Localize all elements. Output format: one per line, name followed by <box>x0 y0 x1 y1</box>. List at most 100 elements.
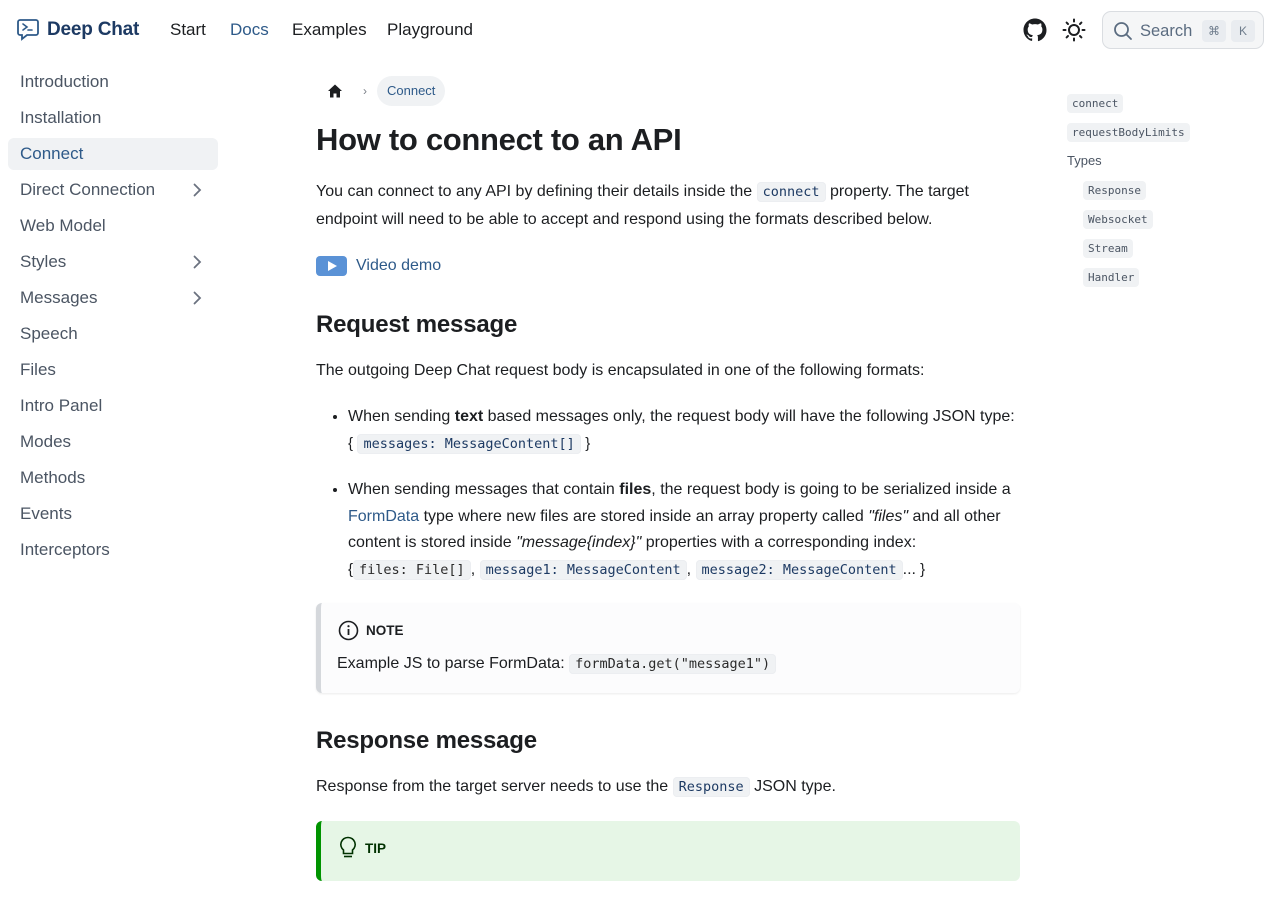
sidebar-item-web-model[interactable]: Web Model <box>8 210 218 242</box>
page-title: How to connect to an API <box>316 122 682 157</box>
sidebar-item-label: Styles <box>20 252 67 271</box>
nav-playground[interactable]: Playground <box>387 20 473 40</box>
chevron-right-icon[interactable] <box>190 255 204 269</box>
sidebar-item-label: Methods <box>20 468 86 487</box>
sidebar-item-label: Speech <box>20 324 78 343</box>
sidebar-item-label: Direct Connection <box>20 180 156 199</box>
sidebar-item-label: Interceptors <box>20 540 110 559</box>
video-demo-label: Video demo <box>356 257 442 274</box>
youtube-play-icon <box>316 256 347 276</box>
toc-item-label: Types <box>1067 153 1102 168</box>
toc-item-label: Stream <box>1083 239 1133 258</box>
request-lead: The outgoing Deep Chat request body is e… <box>316 362 925 379</box>
home-icon[interactable] <box>327 83 343 99</box>
response-type-code: Response <box>672 777 750 797</box>
lightbulb-icon <box>340 836 356 858</box>
brace-close: } <box>585 434 591 452</box>
ellipsis: ... <box>902 560 916 578</box>
response-paragraph: Response from the target server needs to… <box>316 773 1020 801</box>
sidebar-item-label: Installation <box>20 108 102 127</box>
toc-item-response[interactable]: Response <box>1083 181 1267 210</box>
response-text: Response from the target server needs to… <box>316 778 673 795</box>
doc-content: › Connect How to connect to an API You c… <box>316 76 1020 881</box>
message-index-italic: "message{index}" <box>516 534 642 551</box>
sidebar-item-messages[interactable]: Messages <box>8 282 218 314</box>
sidebar-item-label: Web Model <box>20 216 106 235</box>
deep-chat-logo-icon <box>17 19 39 41</box>
nav-start[interactable]: Start <box>170 20 206 40</box>
sidebar-item-connect[interactable]: Connect <box>8 138 218 170</box>
note-header: NOTE <box>338 620 404 641</box>
table-of-contents: connect requestBodyLimits Types Response Web… <box>1067 94 1267 297</box>
info-icon <box>338 620 359 641</box>
sidebar-item-label: Events <box>20 504 72 523</box>
brace-open: { <box>348 434 354 452</box>
item-text: properties with a corresponding index: <box>641 534 917 551</box>
video-demo-link[interactable]: Video demo <box>316 255 1020 277</box>
sidebar-item-label: Intro Panel <box>20 396 103 415</box>
sidebar-item-installation[interactable]: Installation <box>8 102 218 134</box>
item-bold: text <box>454 408 484 425</box>
message2-code: message2: MessageContent <box>695 559 903 580</box>
github-icon[interactable] <box>1023 18 1047 42</box>
formdata-link[interactable]: FormData <box>348 508 419 525</box>
toc-item-label: Handler <box>1083 268 1140 287</box>
brand-name: Deep Chat <box>47 19 140 40</box>
toc-item-label: Websocket <box>1083 210 1153 229</box>
toc-item-handler[interactable]: Handler <box>1083 268 1267 297</box>
toc-item-types[interactable]: Types <box>1067 152 1267 181</box>
breadcrumb-current: Connect <box>377 76 446 106</box>
nav-examples[interactable]: Examples <box>292 20 367 40</box>
sidebar-item-direct-connection[interactable]: Direct Connection <box>8 174 218 206</box>
intro-paragraph: You can connect to any API by defining t… <box>316 178 1020 233</box>
sidebar-item-speech[interactable]: Speech <box>8 318 218 350</box>
sidebar-item-intro-panel[interactable]: Intro Panel <box>8 390 218 422</box>
toc-item-label: requestBodyLimits <box>1067 123 1190 142</box>
toc-item-label: Response <box>1083 181 1146 200</box>
toc-item-stream[interactable]: Stream <box>1083 239 1267 268</box>
item-bold: files <box>619 481 652 498</box>
search-icon <box>1114 22 1132 40</box>
sidebar-item-files[interactable]: Files <box>8 354 218 386</box>
note-label: NOTE <box>366 623 404 638</box>
sidebar-item-label: Connect <box>20 144 84 163</box>
tip-admonition: TIP <box>316 821 1020 881</box>
brand-link[interactable]: Deep Chat <box>17 18 139 42</box>
sidebar-item-label: Introduction <box>20 72 109 91</box>
toc-item-requestbodylimits[interactable]: requestBodyLimits <box>1067 123 1267 152</box>
tip-label: TIP <box>365 840 387 856</box>
docs-sidebar: Introduction Installation Connect Direct Co… <box>8 66 218 570</box>
sidebar-item-modes[interactable]: Modes <box>8 426 218 458</box>
files-code: files: File[] <box>353 559 471 580</box>
sidebar-item-styles[interactable]: Styles <box>8 246 218 278</box>
search-button[interactable]: Search ⌘ K <box>1102 11 1264 49</box>
sidebar-item-label: Files <box>20 360 56 379</box>
toc-item-label: connect <box>1067 94 1124 113</box>
sidebar-item-events[interactable]: Events <box>8 498 218 530</box>
chevron-right-icon[interactable] <box>190 291 204 305</box>
messages-type-code: messages: MessageContent[] <box>357 433 581 454</box>
formdata-get-code: formData.get("message1") <box>569 654 777 674</box>
item-text: When sending messages that contain <box>348 481 620 498</box>
theme-toggle-sun-icon[interactable] <box>1062 18 1086 42</box>
tip-header: TIP <box>339 836 386 860</box>
toc-item-connect[interactable]: connect <box>1067 94 1267 123</box>
nav-docs[interactable]: Docs <box>230 20 269 40</box>
search-shortcut-k: K <box>1231 20 1255 42</box>
chevron-right-icon[interactable] <box>190 183 204 197</box>
message1-code: message1: MessageContent <box>479 559 687 580</box>
sidebar-item-methods[interactable]: Methods <box>8 462 218 494</box>
response-text-cont: JSON type. <box>749 778 836 795</box>
sidebar-item-introduction[interactable]: Introduction <box>8 66 218 98</box>
request-message-heading: Request message <box>316 311 518 338</box>
connect-code: connect <box>756 182 826 202</box>
top-navbar: Deep Chat Start Docs Examples Playground… <box>0 0 1280 60</box>
list-item: When sending messages that contain files… <box>348 477 1020 583</box>
item-text: based messages only, the request body wi… <box>483 408 1015 425</box>
comma: , <box>686 560 696 578</box>
sidebar-item-interceptors[interactable]: Interceptors <box>8 534 218 566</box>
breadcrumb: › Connect <box>316 76 1020 106</box>
item-text: type where new files are stored inside a… <box>419 507 869 525</box>
toc-item-websocket[interactable]: Websocket <box>1083 210 1267 239</box>
search-shortcut-cmd: ⌘ <box>1202 20 1226 42</box>
